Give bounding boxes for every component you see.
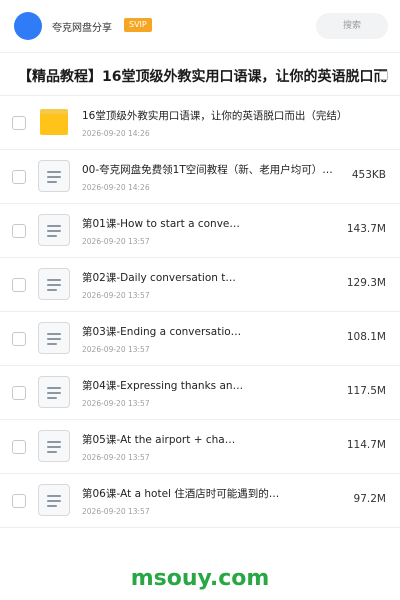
file-name: 16堂顶级外教实用口语课，让你的英语脱口而出（完结） <box>82 110 344 122</box>
file-row[interactable]: 第03课-Ending a conversatio… 2026-09-20 13:… <box>0 312 400 366</box>
file-name: 00-夸克网盘免费领1T空间教程（新、老用户均可）… <box>82 164 333 176</box>
svip-badge: SVIP <box>124 18 152 32</box>
file-date: 2026-09-20 13:57 <box>82 453 150 462</box>
file-date: 2026-09-20 13:57 <box>82 237 150 246</box>
top-bar: 夸克网盘分享 SVIP 搜索 <box>0 0 400 52</box>
file-size: 97.2M <box>353 493 386 505</box>
document-icon <box>38 322 70 354</box>
folder-title: 【精品教程】16堂顶级外教实用口语课，让你的英语脱口而 <box>18 69 388 85</box>
row-checkbox[interactable] <box>12 224 26 238</box>
file-name: 第01课-How to start a conve… <box>82 218 240 230</box>
document-icon <box>38 160 70 192</box>
file-name: 第02课-Daily conversation t… <box>82 272 236 284</box>
file-size: 129.3M <box>346 277 386 289</box>
file-date: 2026-09-20 14:26 <box>82 183 150 192</box>
file-row[interactable]: 第06课-At a hotel 住酒店时可能遇到的… 2026-09-20 13:… <box>0 474 400 528</box>
file-size: 143.7M <box>346 223 386 235</box>
file-row[interactable]: 16堂顶级外教实用口语课，让你的英语脱口而出（完结） 2026-09-20 14:… <box>0 96 400 150</box>
row-checkbox[interactable] <box>12 116 26 130</box>
file-row[interactable]: 第02课-Daily conversation t… 2026-09-20 13:… <box>0 258 400 312</box>
file-name: 第05课-At the airport + cha… <box>82 434 236 446</box>
row-checkbox[interactable] <box>12 332 26 346</box>
file-date: 2026-09-20 13:57 <box>82 399 150 408</box>
file-list: 16堂顶级外教实用口语课，让你的英语脱口而出（完结） 2026-09-20 14:… <box>0 96 400 528</box>
collapse-icon[interactable] <box>379 71 388 80</box>
document-icon <box>38 268 70 300</box>
folder-title-bar: 【精品教程】16堂顶级外教实用口语课，让你的英语脱口而 <box>0 52 400 96</box>
file-row[interactable]: 第05课-At the airport + cha… 2026-09-20 13:… <box>0 420 400 474</box>
row-checkbox[interactable] <box>12 170 26 184</box>
file-size: 453KB <box>351 169 386 181</box>
file-name: 第06课-At a hotel 住酒店时可能遇到的… <box>82 488 280 500</box>
file-row[interactable]: 第04课-Expressing thanks an… 2026-09-20 13:… <box>0 366 400 420</box>
file-date: 2026-09-20 13:57 <box>82 345 150 354</box>
avatar[interactable] <box>14 12 42 40</box>
file-name: 第04课-Expressing thanks an… <box>82 380 244 392</box>
file-name: 第03课-Ending a conversatio… <box>82 326 242 338</box>
row-checkbox[interactable] <box>12 386 26 400</box>
file-row[interactable]: 第01课-How to start a conve… 2026-09-20 13:… <box>0 204 400 258</box>
file-size: 117.5M <box>346 385 386 397</box>
watermark: msouy.com <box>130 566 270 591</box>
document-icon <box>38 484 70 516</box>
file-size: 108.1M <box>346 331 386 343</box>
document-icon <box>38 430 70 462</box>
document-icon <box>38 376 70 408</box>
file-date: 2026-09-20 14:26 <box>82 129 150 138</box>
folder-icon <box>40 109 68 135</box>
file-date: 2026-09-20 13:57 <box>82 291 150 300</box>
row-checkbox[interactable] <box>12 278 26 292</box>
row-checkbox[interactable] <box>12 440 26 454</box>
file-row[interactable]: 00-夸克网盘免费领1T空间教程（新、老用户均可）… 2026-09-20 14:… <box>0 150 400 204</box>
document-icon <box>38 214 70 246</box>
search-button[interactable]: 搜索 <box>316 13 388 39</box>
row-checkbox[interactable] <box>12 494 26 508</box>
share-name: 夸克网盘分享 <box>52 23 112 34</box>
file-date: 2026-09-20 13:57 <box>82 507 150 516</box>
file-size: 114.7M <box>346 439 386 451</box>
